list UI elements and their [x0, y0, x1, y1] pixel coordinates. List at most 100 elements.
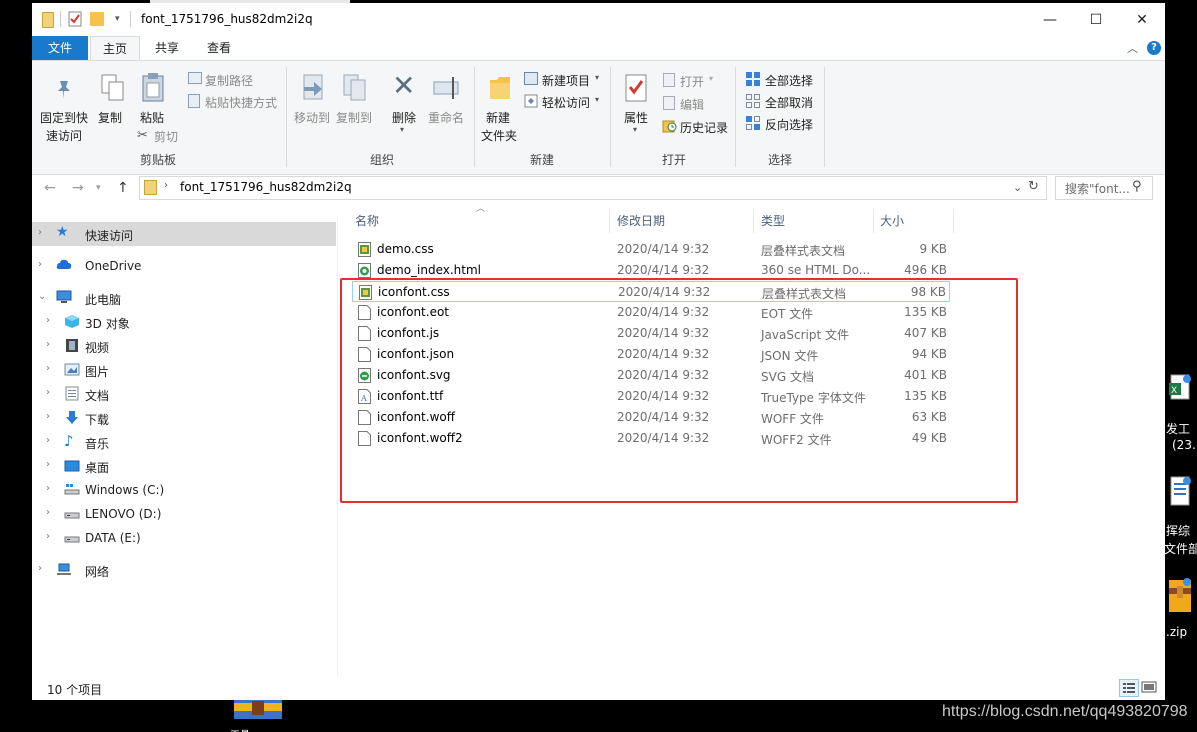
properties-button[interactable]: 属性: [624, 109, 648, 126]
expand-chevron-icon[interactable]: ›: [46, 459, 50, 470]
search-icon[interactable]: ⚲: [1132, 179, 1142, 194]
new-folder-icon: [488, 74, 512, 102]
close-button[interactable]: ✕: [1119, 3, 1165, 36]
select-all-button[interactable]: 全部选择: [765, 72, 813, 89]
expand-chevron-icon[interactable]: ›: [46, 411, 50, 422]
tab-view[interactable]: 查看: [194, 36, 244, 60]
move-to-button[interactable]: 移动到: [294, 109, 330, 126]
open-chevron-icon[interactable]: ▾: [709, 74, 713, 83]
forward-arrow-icon[interactable]: →: [72, 180, 84, 196]
details-view-icon[interactable]: [1119, 679, 1139, 697]
help-icon[interactable]: ?: [1147, 41, 1161, 55]
nav-item-this-pc[interactable]: ⌄ 此电脑: [32, 286, 336, 310]
large-icons-view-icon[interactable]: [1141, 680, 1157, 694]
nav-item-music[interactable]: › ♪ 音乐: [32, 430, 336, 454]
collapse-ribbon-chevron-icon[interactable]: ︿: [1127, 40, 1138, 56]
nav-item-videos[interactable]: › 视频: [32, 334, 336, 358]
new-folder-quick-icon[interactable]: [90, 12, 104, 26]
properties-chevron-icon[interactable]: ▾: [633, 125, 637, 134]
expand-chevron-icon[interactable]: ›: [46, 315, 50, 326]
copy-button[interactable]: 复制: [98, 109, 122, 126]
nav-item-desktop[interactable]: › 桌面: [32, 454, 336, 478]
nav-item-drive-d[interactable]: › LENOVO (D:): [32, 502, 336, 526]
document-file-icon[interactable]: [1167, 475, 1191, 506]
pin-quick-access-label-1[interactable]: 固定到快: [40, 109, 88, 126]
pane-splitter[interactable]: [337, 218, 338, 678]
maximize-button[interactable]: ☐: [1073, 3, 1119, 36]
windows-drive-icon: [64, 482, 80, 497]
nav-item-network[interactable]: › 网络: [32, 558, 336, 582]
recent-locations-chevron-icon[interactable]: ▾: [96, 183, 101, 193]
excel-file-icon[interactable]: X: [1167, 373, 1191, 401]
delete-button[interactable]: 删除: [392, 109, 416, 126]
new-item-chevron-icon[interactable]: ▾: [595, 73, 599, 82]
open-icon: [663, 73, 675, 87]
expand-chevron-icon[interactable]: ›: [46, 531, 50, 542]
delete-chevron-icon[interactable]: ▾: [400, 125, 404, 134]
paste-shortcut-button[interactable]: 粘贴快捷方式: [205, 94, 277, 111]
back-arrow-icon[interactable]: ←: [44, 180, 56, 196]
customize-quick-access-chevron-icon[interactable]: ▾: [115, 14, 120, 24]
expand-chevron-icon[interactable]: ›: [46, 435, 50, 446]
tab-home[interactable]: 主页: [90, 36, 140, 61]
zip-archive-icon[interactable]: [234, 697, 282, 721]
column-divider[interactable]: [953, 209, 954, 233]
new-folder-label-2[interactable]: 文件夹: [481, 127, 517, 144]
nav-item-drive-c[interactable]: › Windows (C:): [32, 478, 336, 502]
collapse-chevron-icon[interactable]: ⌄: [38, 291, 46, 302]
open-button[interactable]: 打开: [680, 73, 704, 90]
expand-chevron-icon[interactable]: ›: [38, 227, 42, 238]
scissors-icon: ✂: [137, 128, 148, 143]
cut-button[interactable]: 剪切: [154, 128, 178, 145]
column-divider[interactable]: [873, 209, 874, 233]
address-dropdown-chevron-icon[interactable]: ⌄: [1013, 181, 1022, 194]
expand-chevron-icon[interactable]: ›: [46, 339, 50, 350]
new-item-button[interactable]: 新建项目: [542, 72, 590, 89]
tab-file[interactable]: 文件: [32, 36, 88, 60]
up-arrow-icon[interactable]: ↑: [117, 180, 129, 196]
select-none-button[interactable]: 全部取消: [765, 94, 813, 111]
new-folder-label-1[interactable]: 新建: [486, 109, 510, 126]
nav-item-documents[interactable]: › 文档: [32, 382, 336, 406]
invert-selection-button[interactable]: 反向选择: [765, 116, 813, 133]
zip-archive-icon[interactable]: [1167, 576, 1191, 612]
minimize-button[interactable]: —: [1027, 3, 1073, 36]
copy-to-button[interactable]: 复制到: [336, 109, 372, 126]
expand-chevron-icon[interactable]: ›: [38, 563, 42, 574]
expand-chevron-icon[interactable]: ›: [46, 507, 50, 518]
breadcrumb-chevron-icon[interactable]: ›: [164, 180, 168, 191]
easy-access-button[interactable]: 轻松访问: [542, 94, 590, 111]
column-divider[interactable]: [609, 209, 610, 233]
title-bar[interactable]: ▾ font_1751796_hus82dm2i2q — ☐ ✕: [32, 3, 1165, 36]
explorer-window[interactable]: ▾ font_1751796_hus82dm2i2q — ☐ ✕ 文件 主页 共…: [32, 3, 1165, 700]
breadcrumb-current-folder[interactable]: font_1751796_hus82dm2i2q: [180, 180, 352, 194]
rename-button[interactable]: 重命名: [428, 109, 464, 126]
properties-quick-icon[interactable]: [68, 11, 82, 27]
nav-item-downloads[interactable]: › 下载: [32, 406, 336, 430]
expand-chevron-icon[interactable]: ›: [46, 363, 50, 374]
nav-item-quick-access[interactable]: › ★ 快速访问: [32, 222, 336, 246]
edit-button[interactable]: 编辑: [680, 96, 704, 113]
history-button[interactable]: 历史记录: [680, 119, 728, 136]
expand-chevron-icon[interactable]: ›: [46, 483, 50, 494]
pin-quick-access-label-2[interactable]: 速访问: [46, 127, 82, 144]
column-header-size[interactable]: 大小: [880, 209, 904, 233]
nav-item-onedrive[interactable]: › OneDrive: [32, 254, 336, 278]
expand-chevron-icon[interactable]: ›: [38, 259, 42, 270]
nav-item-drive-e[interactable]: › DATA (E:): [32, 526, 336, 550]
column-divider[interactable]: [753, 209, 754, 233]
nav-item-pictures[interactable]: › 图片: [32, 358, 336, 382]
nav-item-3d-objects[interactable]: › 3D 对象: [32, 310, 336, 334]
column-header-type[interactable]: 类型: [761, 209, 785, 233]
expand-chevron-icon[interactable]: ›: [46, 387, 50, 398]
column-header-date[interactable]: 修改日期: [617, 209, 665, 233]
copy-path-button[interactable]: 复制路径: [205, 72, 253, 89]
refresh-icon[interactable]: ↻: [1028, 179, 1039, 194]
film-icon: [64, 338, 80, 353]
column-header-name[interactable]: 名称: [355, 209, 379, 233]
tab-share[interactable]: 共享: [142, 36, 192, 60]
paste-button[interactable]: 粘贴: [140, 109, 164, 126]
file-row[interactable]: demo.css 2020/4/14 9:32 层叠样式表文档 9 KB: [352, 239, 950, 260]
easy-access-chevron-icon[interactable]: ▾: [595, 95, 599, 104]
watermark-text: https://blog.csdn.net/qq493820798: [942, 703, 1188, 720]
